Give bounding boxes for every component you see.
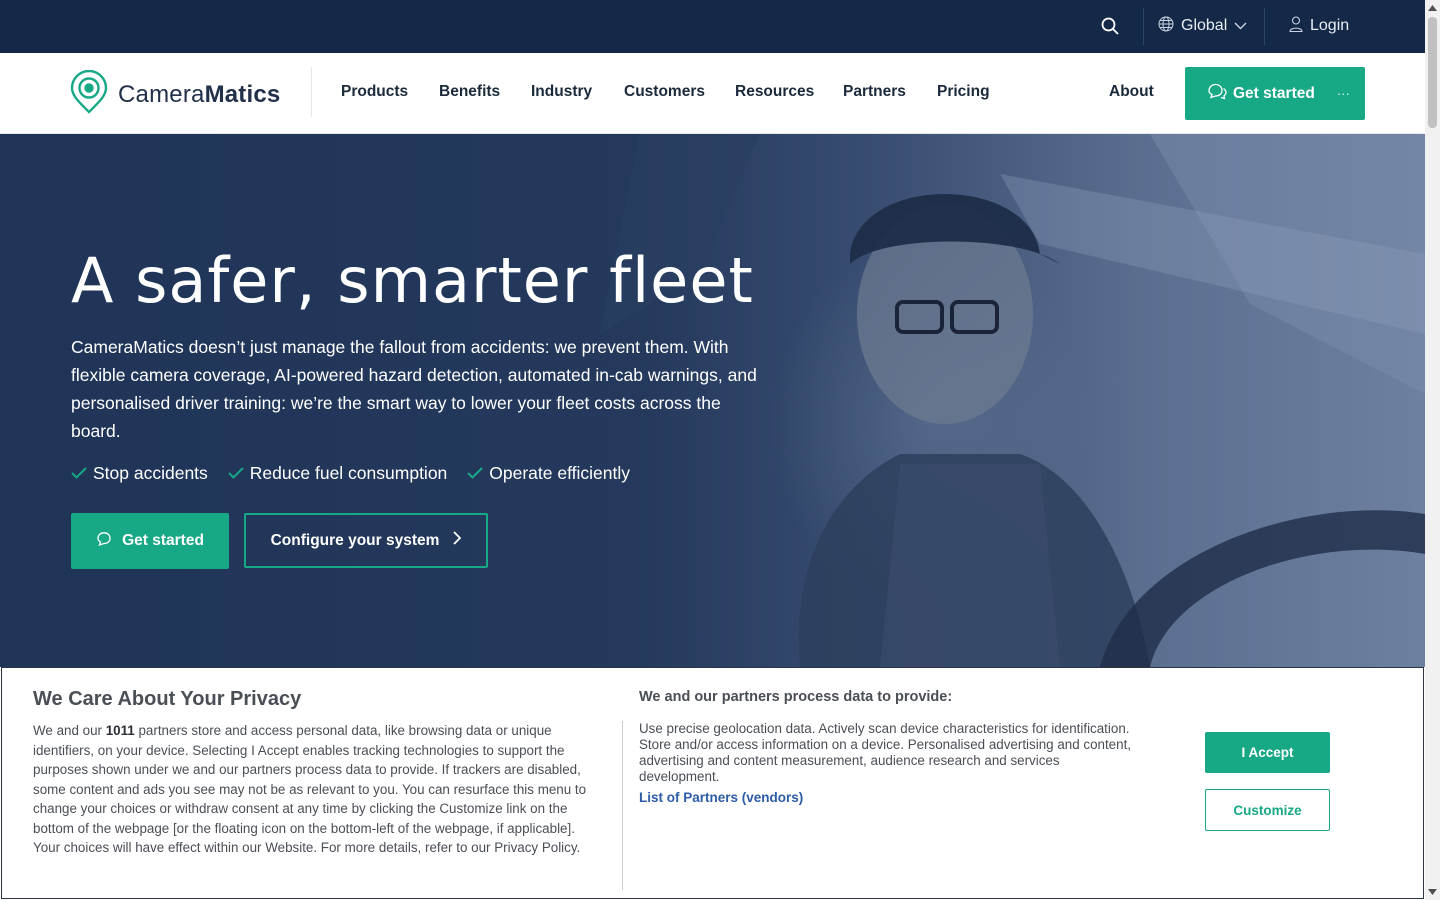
privacy-body: We and our 1011 partners store and acces… — [33, 721, 598, 858]
configure-system-label: Configure your system — [270, 531, 440, 549]
nav-products[interactable]: Products — [341, 83, 408, 101]
privacy-consent-banner: We Care About Your Privacy We and our 10… — [1, 667, 1424, 899]
chevron-down-icon — [1234, 17, 1247, 35]
hero-get-started-label: Get started — [122, 532, 204, 549]
purposes-text: Use precise geolocation data. Actively s… — [639, 721, 1132, 784]
user-icon — [1289, 15, 1303, 37]
nav-resources[interactable]: Resources — [735, 83, 814, 101]
nav-about[interactable]: About — [1109, 83, 1154, 101]
benefit-item: Reduce fuel consumption — [228, 463, 447, 484]
benefit-label: Reduce fuel consumption — [249, 463, 448, 483]
header-divider — [311, 67, 312, 117]
partner-count: 1011 — [105, 723, 135, 738]
hero-benefits-list: Stop accidents Reduce fuel consumption O… — [71, 463, 630, 484]
location-pin-icon — [70, 69, 108, 119]
scrollbar-thumb[interactable] — [1428, 17, 1437, 128]
logo-text-bold: Matics — [204, 80, 281, 108]
privacy-body-prefix: We and our — [33, 723, 106, 738]
check-icon — [467, 463, 483, 484]
privacy-body-suffix: partners store and access personal data,… — [33, 723, 587, 855]
nav-partners[interactable]: Partners — [843, 83, 906, 101]
benefit-label: Operate efficiently — [489, 463, 631, 483]
privacy-divider — [622, 721, 623, 890]
globe-icon — [1158, 16, 1174, 37]
topbar-divider — [1264, 8, 1265, 45]
topbar-divider — [1143, 8, 1144, 45]
header-get-started-button[interactable]: Get started ··· — [1185, 67, 1365, 120]
privacy-title: We Care About Your Privacy — [33, 688, 302, 710]
hero-title: A safer, smarter fleet — [71, 244, 754, 317]
login-link[interactable]: Login — [1289, 15, 1350, 37]
configure-system-button[interactable]: Configure your system — [244, 513, 488, 568]
login-label: Login — [1310, 17, 1350, 34]
main-header: CameraMatics Products Benefits Industry … — [0, 53, 1425, 134]
search-icon[interactable] — [1098, 14, 1122, 38]
partners-list-link[interactable]: List of Partners (vendors) — [639, 790, 803, 805]
hero-description: CameraMatics doesn’t just manage the fal… — [71, 337, 757, 441]
nav-benefits[interactable]: Benefits — [439, 83, 500, 101]
check-icon — [71, 463, 87, 484]
chevron-right-icon — [453, 531, 462, 550]
benefit-item: Stop accidents — [71, 463, 208, 484]
region-label: Global — [1181, 17, 1228, 34]
logo-wordmark: CameraMatics — [118, 81, 280, 109]
scroll-down-arrow-icon[interactable] — [1427, 886, 1438, 897]
region-selector[interactable]: Global — [1158, 16, 1247, 36]
logo-text-light: Camera — [118, 80, 205, 108]
scroll-up-arrow-icon[interactable] — [1427, 3, 1438, 14]
page-scrollbar[interactable] — [1425, 0, 1440, 900]
benefit-item: Operate efficiently — [467, 463, 630, 484]
hero-section: A safer, smarter fleet CameraMatics does… — [0, 134, 1425, 667]
purposes-title: We and our partners process data to prov… — [639, 689, 953, 705]
chat-icon — [96, 531, 112, 552]
nav-customers[interactable]: Customers — [624, 83, 705, 101]
customize-button[interactable]: Customize — [1205, 789, 1330, 831]
check-icon — [228, 463, 244, 484]
nav-industry[interactable]: Industry — [531, 83, 592, 101]
site-logo[interactable]: CameraMatics — [70, 69, 280, 119]
top-utility-bar: Global Login — [0, 0, 1425, 53]
benefit-label: Stop accidents — [93, 463, 208, 483]
header-get-started-label: Get started — [1233, 84, 1315, 102]
chat-icon — [1207, 82, 1227, 105]
nav-pricing[interactable]: Pricing — [937, 83, 990, 101]
hero-get-started-button[interactable]: Get started — [71, 513, 229, 569]
accept-button[interactable]: I Accept — [1205, 732, 1330, 773]
more-dots-icon: ··· — [1336, 86, 1350, 101]
